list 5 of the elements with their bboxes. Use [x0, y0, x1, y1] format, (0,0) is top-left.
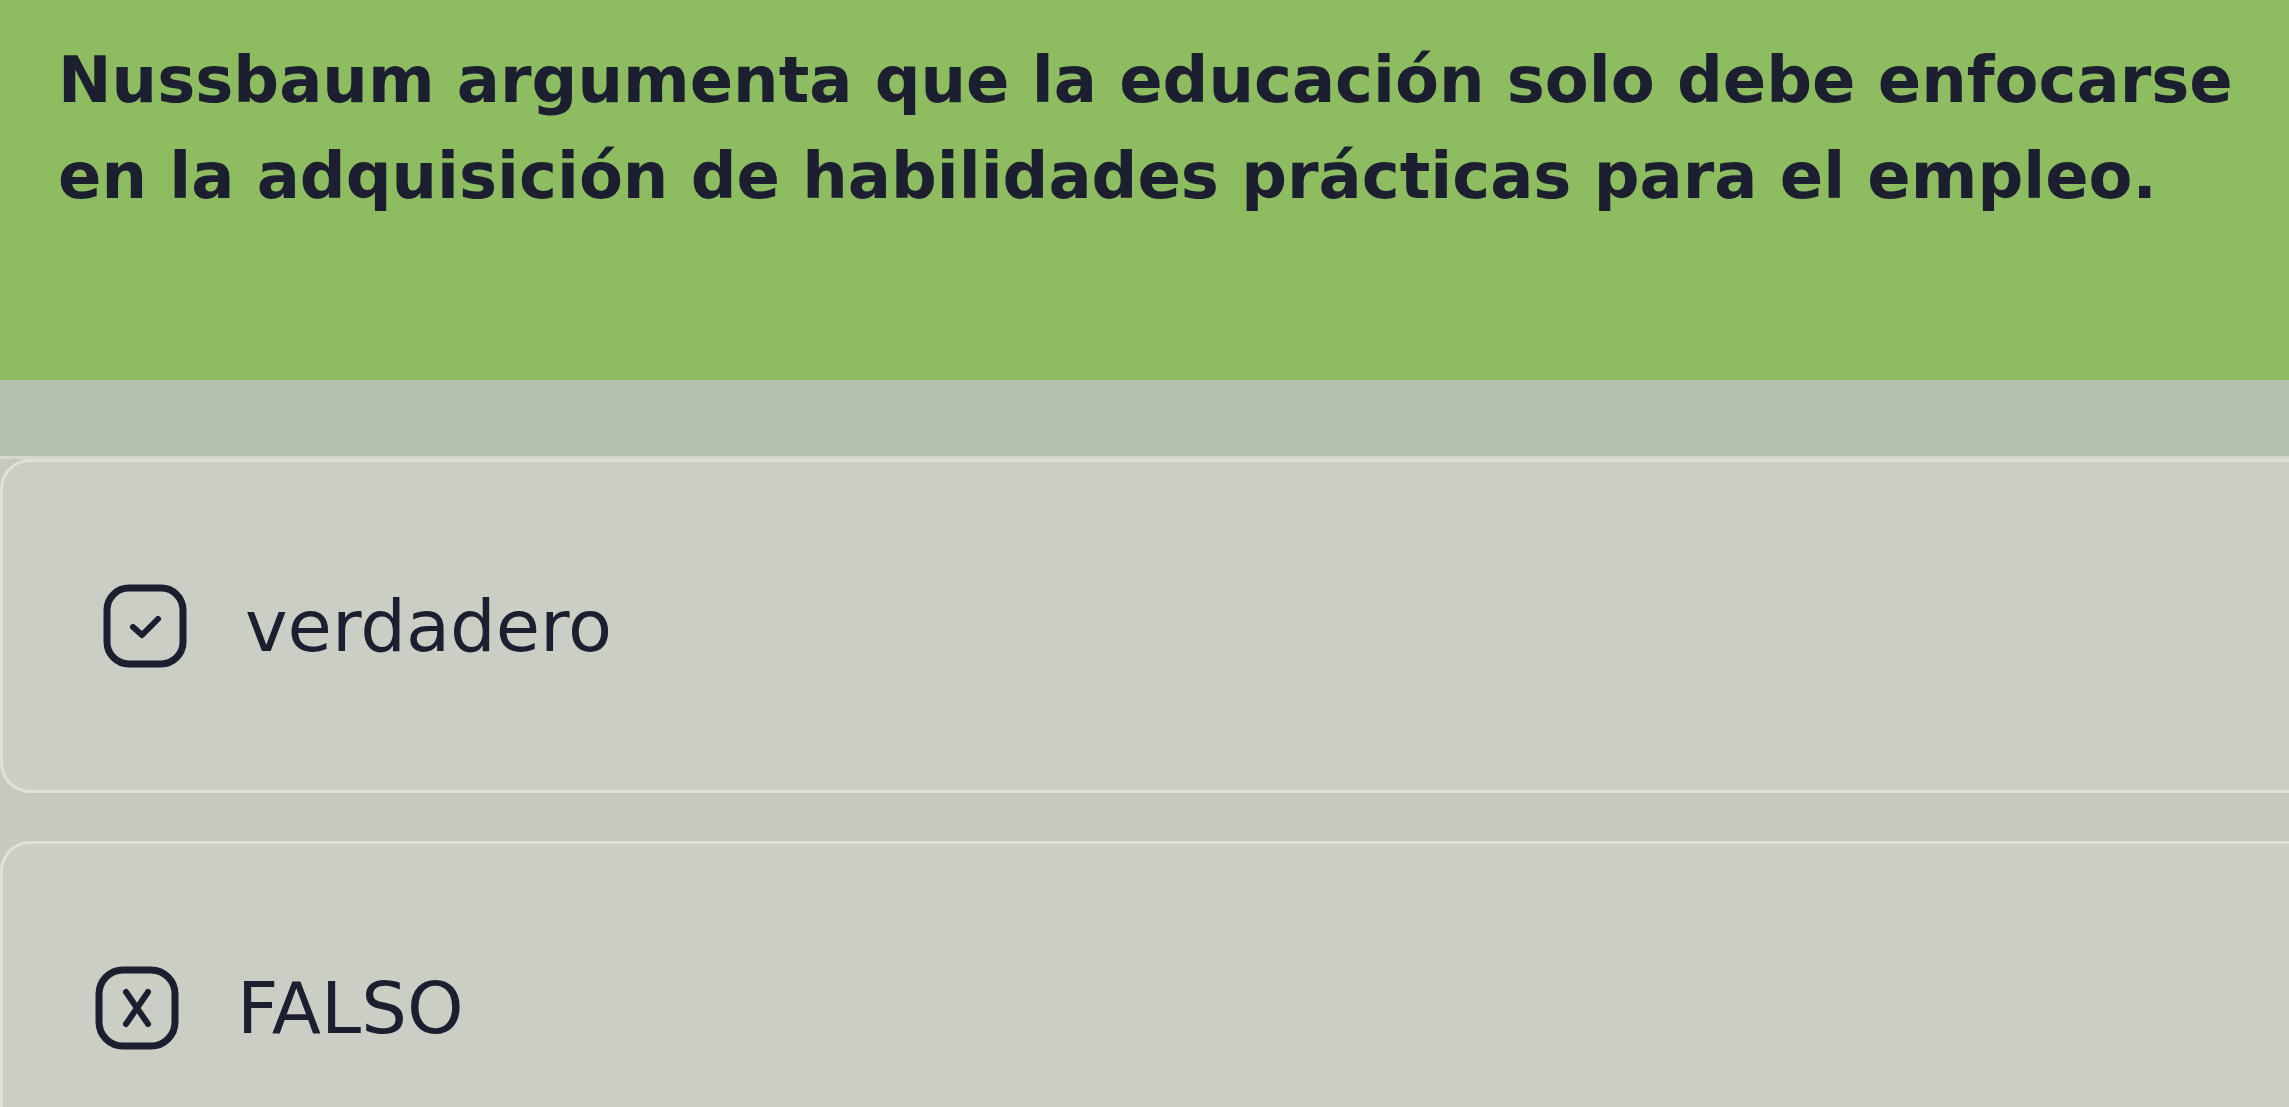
question-text: Nussbaum argumenta que la educación solo debe enfocarse en la adquisición de habilidades prácticas para el empleo.: [58, 42, 2234, 215]
checkbox-tick-icon: [103, 584, 187, 668]
answer-option[interactable]: FALSO: [0, 841, 2289, 1107]
answer-option[interactable]: verdadero: [0, 459, 2289, 793]
cross-box-icon: [95, 966, 179, 1050]
